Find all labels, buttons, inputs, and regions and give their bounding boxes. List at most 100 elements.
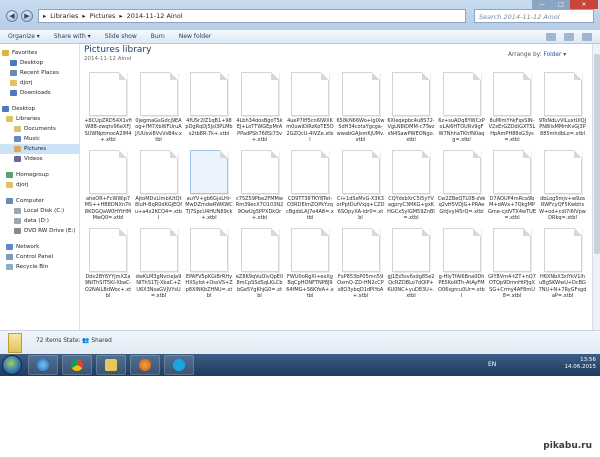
- file-item[interactable]: GIY8Vm4-tZT+nQ7OTQp9DmnHtPJqXSG+Crmy4AF8…: [488, 228, 536, 299]
- vertical-scrollbar[interactable]: [592, 44, 600, 330]
- view-options-icon[interactable]: [546, 33, 556, 41]
- slide-show-button[interactable]: Slide show: [105, 33, 137, 40]
- file-item[interactable]: 8uMImYhkFqsSIN-V2xErGZDdiGXT5LHpAmPH88sG…: [488, 72, 536, 143]
- documents-icon: [14, 126, 21, 132]
- nav-item-music[interactable]: Music: [0, 134, 79, 144]
- file-name: H6XNbX3zlYkV1lhuBgSKWwU+DcBG7NU+N+7RyGFs…: [538, 274, 587, 299]
- new-folder-button[interactable]: New folder: [179, 33, 211, 40]
- scrollbar-thumb[interactable]: [594, 54, 600, 254]
- item-count: 72 items: [36, 338, 62, 344]
- file-name: 4Lbh34dosBgoT5kEJ+LoTTWGEpMrAPPadPSh768S…: [236, 118, 283, 143]
- nav-item-favorites[interactable]: Favorites: [0, 48, 79, 58]
- breadcrumb-libraries[interactable]: Libraries: [50, 12, 78, 20]
- arrange-by-value[interactable]: Folder ▾: [543, 52, 566, 58]
- breadcrumb-folder[interactable]: 2014-11-12 Ainol: [127, 12, 183, 20]
- file-item[interactable]: AjtoMDvLImbiUtQt8luH-BqR0dKGjEQfu+a4x2KC…: [135, 150, 183, 221]
- file-item[interactable]: dbLog5mjv+w9zaRWFcyQF5KwbhsW+od+cdi7i6lV…: [539, 150, 587, 221]
- file-item[interactable]: c75Z59Pbe2FMMwRm39ecX7O103N29OwUg5PPXDkQ…: [236, 150, 284, 221]
- share-with-button[interactable]: Share with ▾: [54, 33, 91, 40]
- file-item[interactable]: FWU0oRgXl+exXgBqCpHONFTNP8J964fMG+S6KYoA…: [286, 228, 334, 299]
- document-icon: [543, 72, 582, 116]
- file-item[interactable]: 658kN66Wo+lgIXw5dH34cotaYgcga-wwabGAJsmK…: [337, 72, 385, 143]
- file-item[interactable]: dwKLM3gNvcieJa9NIThS1TJ-XbaC+ZU6X3NsaGVJ…: [135, 228, 183, 299]
- language-indicator[interactable]: EN: [488, 361, 496, 368]
- nav-item-data-d[interactable]: data (D:): [0, 216, 79, 226]
- taskbar-chrome-button[interactable]: [62, 355, 92, 375]
- file-item[interactable]: 4ueP7Iff5cn6lWXKm0uwiDiRzKoTE5O2GZQcU-4I…: [286, 72, 334, 143]
- file-item[interactable]: EPAFV5pKGiBrRHyHXSyIot+OssVS+Zp8XINKbZHN…: [185, 228, 233, 299]
- downloads-icon: [10, 90, 17, 96]
- breadcrumb-pictures[interactable]: Pictures: [90, 12, 116, 20]
- nav-item-recent-places[interactable]: Recent Places: [0, 68, 79, 78]
- file-name: CD9TT36TKY8Tet-O3RDElmZQPkYzqcBgdzLAJ7e4…: [286, 196, 334, 221]
- file-item[interactable]: eZ8K9qVuOlvQpE08mCpSSdSqLKLCbbGe5YgKhjG0…: [236, 228, 284, 299]
- nav-item-recycle-bin[interactable]: Recycle Bin: [0, 262, 79, 272]
- file-name: dbLog5mjv+w9zaRWFcyQF5KwbhsW+od+cdi7i6lV…: [539, 196, 586, 221]
- file-item[interactable]: CQYdsbXrC5i5yYVagpryC3MKG+gxKHGCx5yIGM59…: [387, 150, 435, 221]
- file-item[interactable]: D7AOUP4mRca9bM+dAVx+7QkgMPGme-cjdVTX4wTU…: [488, 150, 536, 221]
- taskbar-ie-button[interactable]: [28, 355, 58, 375]
- nav-item-desktop[interactable]: Desktop: [0, 58, 79, 68]
- maximize-button[interactable]: □: [552, 0, 570, 9]
- search-input[interactable]: Search 2014-11-12 Ainol: [474, 9, 594, 23]
- file-item[interactable]: auYV+gb6GjxLHr-MwDZmdwRWKWCTJ7SpcU4HUN89…: [185, 150, 233, 221]
- music-icon: [14, 136, 21, 142]
- document-icon: [240, 150, 279, 194]
- document-icon: [493, 228, 531, 272]
- file-name: 658kN66Wo+lgIXw5dH34cotaYgcga-wwabGAJsmK…: [336, 118, 385, 143]
- minimize-button[interactable]: —: [532, 0, 552, 9]
- nav-item-documents[interactable]: Documents: [0, 124, 79, 134]
- organize-button[interactable]: Organize ▾: [8, 33, 40, 40]
- burn-button[interactable]: Burn: [151, 33, 165, 40]
- help-icon[interactable]: [582, 33, 592, 41]
- nav-item-local-disk-c[interactable]: Local Disk (C:): [0, 206, 79, 216]
- taskbar-explorer-button[interactable]: [96, 355, 126, 375]
- document-icon: [190, 228, 228, 272]
- file-name: 8uMImYhkFqsSIN-V2xErGZDdiGXT5LHpAmPH88sG…: [488, 118, 536, 143]
- preview-pane-icon[interactable]: [564, 33, 574, 41]
- nav-item-homegroup[interactable]: Homegroup: [0, 170, 79, 180]
- file-item[interactable]: CD9TT36TKY8Tet-O3RDElmZQPkYzqcBgdzLAJ7e4…: [286, 150, 334, 221]
- file-item[interactable]: Ddv2BY6YYjmXZa9NIThSlT5Kl-XbaC-O2NAlLBdW…: [84, 228, 132, 299]
- file-item[interactable]: 6Xleqepbc4u8S72-VgLN8IDMM-c7TwzsN4SawPWE…: [387, 72, 435, 143]
- nav-item-pictures[interactable]: Pictures: [0, 144, 79, 154]
- forward-button[interactable]: ▶: [21, 10, 33, 22]
- arrange-by[interactable]: Arrange by: Folder ▾: [508, 52, 566, 58]
- taskbar-media-button[interactable]: [130, 355, 160, 375]
- file-item[interactable]: Ci+1dSsMvG-X3K3orPptDufVxjq+CZD6SOpyXA-i…: [337, 150, 385, 221]
- taskbar: EN 13:56 14.06.2015: [0, 354, 600, 376]
- nav-item-libraries[interactable]: Libraries: [0, 114, 79, 124]
- file-item[interactable]: 6z+suADq8YWCzPoLAi6HTOURv9gFW7NhhaTKhfN0…: [438, 72, 486, 143]
- address-bar[interactable]: ▸ Libraries ▸ Pictures ▸ 2014-11-12 Aino…: [38, 9, 466, 23]
- title-bar: ◀ ▶ ▸ Libraries ▸ Pictures ▸ 2014-11-12 …: [0, 0, 600, 30]
- file-item[interactable]: g-HIyTfAl6Bna0DhPE5KolKTh-AtAyFMO06sgrcu…: [438, 228, 486, 299]
- file-item[interactable]: 4fUSr2IZ1qB1+98pDgRqDj5Jsl3PLMbs2tb8R-7k…: [185, 72, 233, 137]
- file-item[interactable]: FxP853bP05mn59OxmQ-ZD-HN2cCPs8O3ybqD1dPl…: [337, 228, 385, 299]
- file-item[interactable]: 0jegmaGsGdcj9EAog+fM7XbWFUruAJ/UUsvi8VvV…: [135, 72, 183, 143]
- nav-item-downloads[interactable]: Downloads: [0, 88, 79, 98]
- file-item[interactable]: aheOR+FcWWip7MS++HB8DNXn7h8KDGQaW0HYtHMM…: [84, 150, 132, 221]
- file-item[interactable]: +8CUpZRD54X1vfiW8B-zwqtv96eXFJSUWNptmocA…: [84, 72, 132, 143]
- taskbar-skype-button[interactable]: [164, 355, 194, 375]
- nav-item-djorj[interactable]: djorj: [0, 180, 79, 190]
- nav-item-dvd-rw-drive-e[interactable]: DVD RW Drive (E:): [0, 226, 79, 236]
- clock[interactable]: 13:56 14.06.2015: [565, 357, 597, 371]
- file-name: dwKLM3gNvcieJa9NIThS1TJ-XbaC+ZU6X3NsaGVJ…: [135, 274, 182, 299]
- file-item[interactable]: 4Lbh34dosBgoT5kEJ+LoTTWGEpMrAPPadPSh768S…: [236, 72, 284, 143]
- nav-item-videos[interactable]: Videos: [0, 154, 79, 164]
- nav-item-network[interactable]: Network: [0, 242, 79, 252]
- start-button[interactable]: [2, 355, 22, 375]
- nav-item-control-panel[interactable]: Control Panel: [0, 252, 79, 262]
- nav-item-computer[interactable]: Computer: [0, 196, 79, 206]
- back-button[interactable]: ◀: [6, 10, 18, 22]
- file-item[interactable]: gj1Es5sv6sdg85e2QcRZDBLo7dQlP+KU0NC+yuD8…: [387, 228, 435, 299]
- file-item[interactable]: H6XNbX3zlYkV1lhuBgSKWwU+DcBG7NU+N+7RyGFs…: [539, 228, 587, 299]
- file-item[interactable]: 9ToNdLvVlLuxtUlQJPN8ilsMMmKvGj3P885mhdbL…: [539, 72, 587, 137]
- media-player-icon: [139, 359, 151, 371]
- close-button[interactable]: ✕: [570, 0, 598, 9]
- nav-item-djorj[interactable]: djorj: [0, 78, 79, 88]
- file-item[interactable]: Cw2ZBeQTL0B-zVeq2vH5VDJG+PRAeGttJvyI45rQ…: [438, 150, 486, 215]
- file-name: eZ8K9qVuOlvQpE08mCpSSdSqLKLCbbGe5YgKhjG0…: [235, 274, 284, 299]
- nav-item-desktop[interactable]: Desktop: [0, 104, 79, 114]
- nav-item-label: Local Disk (C:): [24, 208, 65, 214]
